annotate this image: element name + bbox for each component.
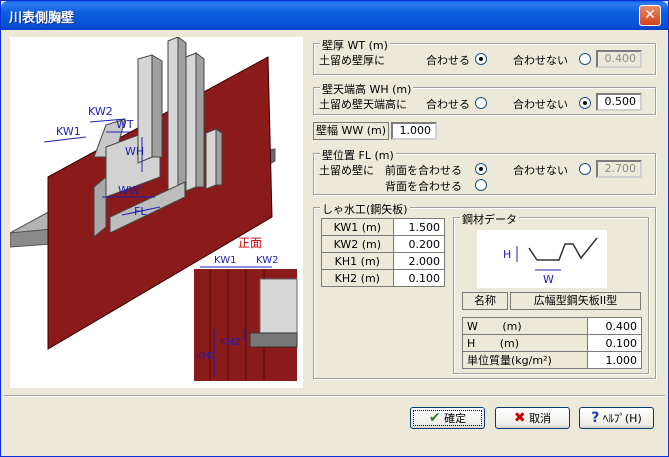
sheet-pile-table: KW1 (m) 1.500 KW2 (m) 0.200 KH1 (m) 2.000 K… [321, 218, 446, 287]
steel-h-input[interactable]: 0.100 [587, 334, 642, 352]
steel-h-label: H [503, 248, 511, 261]
steel-h-row-label: H (m) [462, 334, 588, 352]
table-row: KW1 (m) 1.500 [321, 218, 446, 236]
steel-w-label: W [543, 273, 554, 286]
steel-data-legend: 鋼材データ [460, 211, 519, 227]
close-icon: ✕ [644, 7, 656, 23]
ww-label: WW [118, 184, 140, 197]
table-row: KH1 (m) 2.000 [321, 252, 446, 270]
steel-w-input[interactable]: 0.400 [587, 317, 642, 335]
steel-data-table: W (m) 0.400 H (m) 0.100 単位質量(kg/m²) 1.000 [462, 317, 642, 369]
wall-thickness-row-label: 土留め壁厚に [319, 54, 385, 67]
wall-position-back-radio[interactable] [475, 179, 487, 191]
wall-top-height-nomatch-label: 合わせない [513, 98, 568, 111]
illustration-panel: KW1 KW2 WT WH WW FL 正面 KW1 KW2 KH2 KH1 [9, 36, 303, 388]
cancel-button[interactable]: ✖ 取消 [495, 407, 570, 429]
sheet-pile-kh1-input[interactable]: 2.000 [392, 252, 446, 270]
ok-button[interactable]: ✔ 確定 [410, 407, 485, 429]
close-button[interactable]: ✕ [639, 5, 661, 26]
table-row: 単位質量(kg/m²) 1.000 [462, 351, 642, 369]
wall-position-front-radio[interactable] [475, 163, 487, 175]
wall-top-height-nomatch-radio[interactable] [579, 97, 591, 109]
table-row: H (m) 0.100 [462, 334, 642, 352]
front-kh2-label: KH2 [220, 337, 240, 348]
sheet-pile-kh2-input[interactable]: 0.100 [392, 269, 446, 287]
sheet-pile-kw1-label: KW1 (m) [321, 218, 394, 236]
ok-button-label: 確定 [444, 412, 467, 425]
wall-thickness-nomatch-radio[interactable] [579, 53, 591, 65]
cross-icon: ✖ [513, 410, 526, 426]
kw1-label: KW1 [56, 125, 81, 138]
wall-top-height-legend: 壁天端高 WH (m) [320, 81, 414, 97]
cancel-button-label: 取消 [529, 412, 552, 425]
wall-position-front-label: 前面を合わせる [385, 164, 462, 177]
wall-diagram: KW1 KW2 WT WH WW FL 正面 KW1 KW2 KH2 KH1 [9, 36, 298, 381]
wh-label: WH [125, 145, 144, 158]
wall-position-row-label: 土留め壁に [319, 164, 374, 177]
dialog-window: 川表側胸壁 ✕ KW1 KW2 WT WH WW FL 正面 KW1 KW2 K… [0, 0, 669, 457]
table-row: KW2 (m) 0.200 [321, 235, 446, 253]
check-icon: ✔ [428, 410, 441, 426]
steel-mass-input[interactable]: 1.000 [587, 351, 642, 369]
table-row: KH2 (m) 0.100 [321, 269, 446, 287]
steel-w-row-label: W (m) [462, 317, 588, 335]
sheet-pile-legend: しゃ水工(鋼矢板) [320, 201, 410, 217]
wall-thickness-input[interactable]: 0.400 [596, 50, 642, 68]
wall-position-input[interactable]: 2.700 [596, 160, 642, 178]
wall-top-height-match-radio[interactable] [475, 97, 487, 109]
front-kw2-label: KW2 [256, 255, 278, 266]
sheet-pile-kw2-input[interactable]: 0.200 [392, 235, 446, 253]
wall-position-legend: 壁位置 FL (m) [320, 147, 396, 163]
window-title: 川表側胸壁 [9, 11, 75, 26]
wall-thickness-match-label: 合わせる [426, 54, 470, 67]
front-kh1-label: KH1 [196, 351, 216, 362]
wall-width-label: 壁幅 WW (m) [313, 122, 389, 140]
steel-section-diagram: H W [477, 230, 607, 288]
sheet-pile-kw1-input[interactable]: 1.500 [392, 218, 446, 236]
wall-position-back-label: 背面を合わせる [385, 180, 462, 193]
wall-width-input[interactable]: 1.000 [391, 122, 437, 140]
wall-thickness-legend: 壁厚 WT (m) [320, 37, 390, 53]
kw2-label: KW2 [88, 105, 113, 118]
wt-label: WT [116, 118, 134, 131]
sheet-pile-kh2-label: KH2 (m) [321, 269, 394, 287]
steel-name-label: 名称 [462, 292, 508, 310]
sheet-pile-kw2-label: KW2 (m) [321, 235, 394, 253]
wall-position-nomatch-radio[interactable] [579, 163, 591, 175]
front-kw1-label: KW1 [214, 255, 236, 266]
help-icon: ? [591, 410, 600, 426]
fl-label: FL [134, 205, 147, 218]
help-button-label: ﾍﾙﾌﾟ(H) [602, 412, 642, 425]
title-bar: 川表側胸壁 ✕ [1, 1, 668, 30]
sheet-pile-kh1-label: KH1 (m) [321, 252, 394, 270]
footer-divider [4, 395, 665, 397]
wall-thickness-match-radio[interactable] [475, 53, 487, 65]
steel-mass-row-label: 単位質量(kg/m²) [462, 351, 588, 369]
wall-top-height-input[interactable]: 0.500 [596, 93, 642, 111]
wall-position-nomatch-label: 合わせない [513, 164, 568, 177]
wall-top-height-match-label: 合わせる [426, 98, 470, 111]
help-button[interactable]: ? ﾍﾙﾌﾟ(H) [579, 407, 654, 429]
steel-name-value[interactable]: 広幅型鋼矢板II型 [510, 292, 641, 310]
front-view-title: 正面 [238, 236, 262, 250]
wall-top-height-row-label: 土留め壁天端高に [319, 98, 407, 111]
wall-thickness-nomatch-label: 合わせない [513, 54, 568, 67]
table-row: W (m) 0.400 [462, 317, 642, 335]
